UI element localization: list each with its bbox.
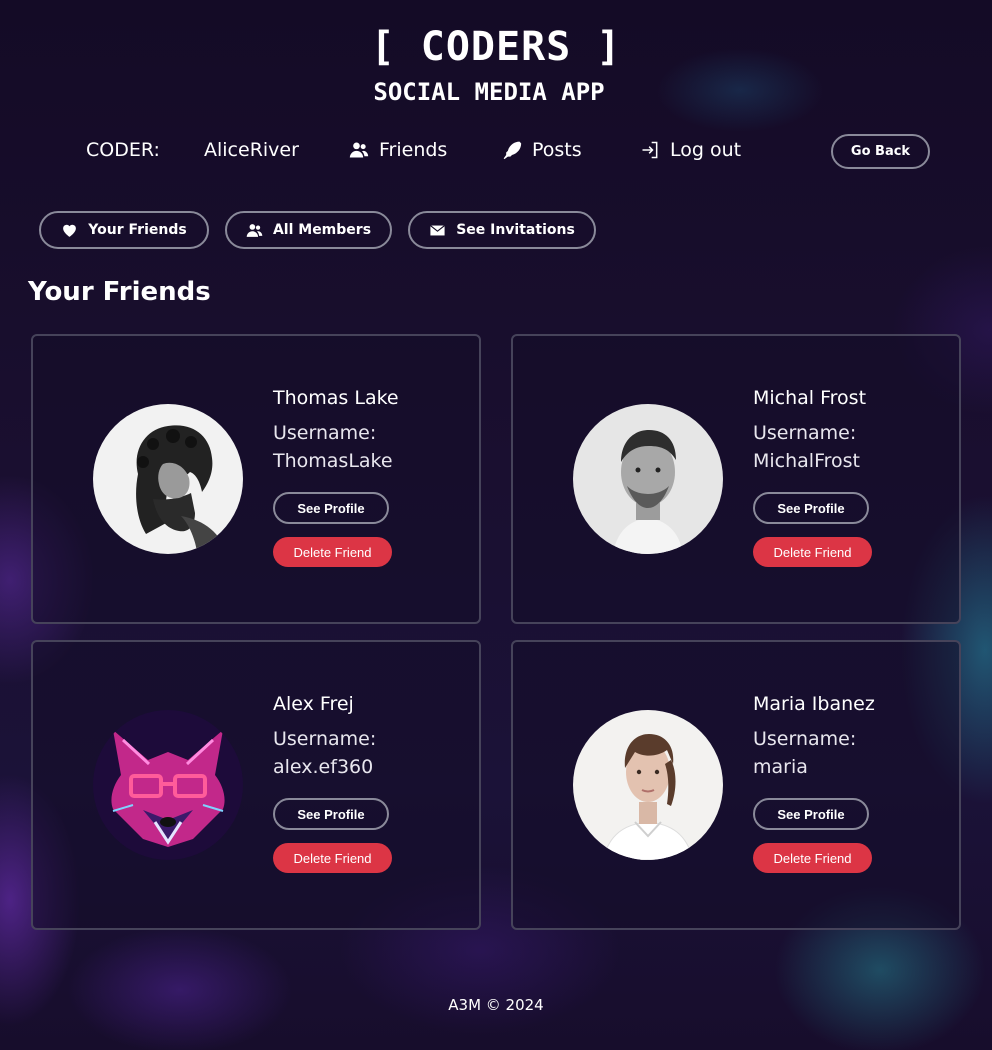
friend-card: Michal Frost Username: MichalFrost See P… bbox=[511, 334, 961, 624]
users-icon bbox=[349, 142, 369, 158]
nav-friends-label: Friends bbox=[379, 139, 448, 161]
username-label: Username: bbox=[273, 728, 377, 750]
username-label: Username: bbox=[753, 728, 857, 750]
app-subtitle: SOCIAL MEDIA APP bbox=[373, 78, 605, 106]
nav-friends-link[interactable]: Friends bbox=[349, 139, 447, 161]
friend-name: Michal Frost bbox=[753, 387, 867, 409]
avatar bbox=[93, 710, 243, 860]
delete-friend-button[interactable]: Delete Friend bbox=[273, 843, 392, 873]
feather-icon bbox=[503, 141, 522, 160]
logout-icon bbox=[642, 141, 658, 159]
heart-icon bbox=[63, 224, 77, 237]
tab-your-friends-label: Your Friends bbox=[88, 222, 187, 238]
friends-tabs: Your Friends All Members See Invitations bbox=[0, 211, 992, 249]
friend-info: Thomas Lake Username: ThomasLake See Pro… bbox=[273, 386, 473, 567]
nav-posts-link[interactable]: Posts bbox=[502, 139, 582, 161]
see-profile-button[interactable]: See Profile bbox=[273, 798, 389, 830]
friend-name: Thomas Lake bbox=[273, 387, 399, 409]
delete-friend-button[interactable]: Delete Friend bbox=[753, 537, 872, 567]
avatar bbox=[93, 404, 243, 554]
tab-your-friends[interactable]: Your Friends bbox=[39, 211, 209, 249]
friend-info: Alex Frej Username: alex.ef360 See Profi… bbox=[273, 692, 473, 873]
username-label: Username: bbox=[753, 422, 857, 444]
nav-logout-link[interactable]: Log out bbox=[640, 139, 741, 161]
page: [ CODERS ] SOCIAL MEDIA APP CODER: Alice… bbox=[0, 0, 992, 1050]
avatar bbox=[573, 404, 723, 554]
envelope-icon bbox=[430, 224, 446, 235]
app-title: [ CODERS ] bbox=[370, 24, 622, 70]
delete-friend-button[interactable]: Delete Friend bbox=[273, 537, 392, 567]
friend-name: Alex Frej bbox=[273, 693, 354, 715]
friend-info: Maria Ibanez Username: maria See Profile… bbox=[753, 692, 953, 873]
see-profile-button[interactable]: See Profile bbox=[273, 492, 389, 524]
username-label: Username: bbox=[273, 422, 377, 444]
friend-username: ThomasLake bbox=[273, 450, 393, 472]
tab-all-members[interactable]: All Members bbox=[225, 211, 392, 249]
tab-see-invitations-label: See Invitations bbox=[456, 222, 575, 238]
friend-username: MichalFrost bbox=[753, 450, 860, 472]
friend-username: alex.ef360 bbox=[273, 756, 374, 778]
nav-logout-label: Log out bbox=[670, 139, 742, 161]
section-title: Your Friends bbox=[28, 277, 211, 307]
friend-name: Maria Ibanez bbox=[753, 693, 875, 715]
friend-card: Thomas Lake Username: ThomasLake See Pro… bbox=[31, 334, 481, 624]
tab-see-invitations[interactable]: See Invitations bbox=[408, 211, 596, 249]
see-profile-button[interactable]: See Profile bbox=[753, 798, 869, 830]
nav-posts-label: Posts bbox=[532, 139, 582, 161]
delete-friend-button[interactable]: Delete Friend bbox=[753, 843, 872, 873]
friend-username: maria bbox=[753, 756, 808, 778]
avatar bbox=[573, 710, 723, 860]
current-username: AliceRiver bbox=[204, 139, 299, 161]
see-profile-button[interactable]: See Profile bbox=[753, 492, 869, 524]
users-icon bbox=[246, 223, 263, 237]
friend-card: Maria Ibanez Username: maria See Profile… bbox=[511, 640, 961, 930]
friend-card: Alex Frej Username: alex.ef360 See Profi… bbox=[31, 640, 481, 930]
tab-all-members-label: All Members bbox=[272, 222, 372, 238]
footer-copyright: A3M © 2024 bbox=[448, 996, 544, 1014]
coder-label: CODER: bbox=[86, 139, 160, 161]
friend-info: Michal Frost Username: MichalFrost See P… bbox=[753, 386, 953, 567]
go-back-button[interactable]: Go Back bbox=[831, 134, 930, 169]
